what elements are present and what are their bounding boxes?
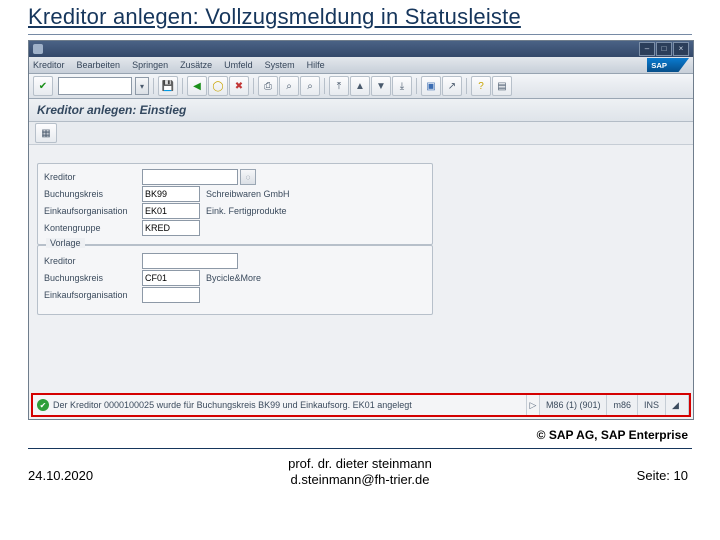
input-buchungskreis[interactable] xyxy=(142,186,200,202)
menu-bearbeiten[interactable]: Bearbeiten xyxy=(77,60,121,70)
template-group: Vorlage KreditorBuchungskreisBycicle&Mor… xyxy=(37,245,433,315)
menubar: Kreditor Bearbeiten Springen Zusätze Umfeld S… xyxy=(29,57,693,74)
input-kreditor[interactable] xyxy=(142,253,238,269)
input-buchungskreis[interactable] xyxy=(142,270,200,286)
toolbar-separator xyxy=(182,78,183,94)
search-help-icon[interactable]: ◌ xyxy=(240,169,256,185)
copyright: © SAP AG, SAP Enterprise xyxy=(537,428,688,442)
field-label: Einkaufsorganisation xyxy=(38,206,142,216)
exit-icon[interactable]: ◯ xyxy=(208,76,228,96)
prev-page-icon[interactable]: ▲ xyxy=(350,76,370,96)
main-group: Kreditor ◌ Buchungskreis Schreibwaren GmbH E… xyxy=(37,163,433,245)
input-einkaufsorganisation[interactable] xyxy=(142,203,200,219)
status-insert-mode: INS xyxy=(638,395,666,415)
menu-zusätze[interactable]: Zusätze xyxy=(180,60,212,70)
close-button[interactable]: × xyxy=(673,42,689,56)
check-icon[interactable]: ✔ xyxy=(33,76,53,96)
slide-title: Kreditor anlegen: Vollzugsmeldung in Sta… xyxy=(28,4,521,30)
find-next-icon[interactable]: ⌕ xyxy=(300,76,320,96)
info-icon[interactable]: ▦ xyxy=(35,123,57,143)
screen-title: Kreditor anlegen: Einstieg xyxy=(29,99,693,122)
input-einkaufsorganisation[interactable] xyxy=(142,287,200,303)
find-icon[interactable]: ⌕ xyxy=(279,76,299,96)
standard-toolbar: ✔ ▾ 💾 ◀ ◯ ✖ ⎙ ⌕ ⌕ ⤒ ▲ ▼ ⤓ ▣ ↗ ? ▤ xyxy=(29,74,693,99)
screen-canvas: Kreditor ◌ Buchungskreis Schreibwaren GmbH E… xyxy=(29,145,693,405)
cancel-icon[interactable]: ✖ xyxy=(229,76,249,96)
menu-hilfe[interactable]: Hilfe xyxy=(307,60,325,70)
toolbar-separator xyxy=(324,78,325,94)
form-row: Kreditor ◌ xyxy=(38,169,432,185)
svg-text:SAP: SAP xyxy=(651,61,667,70)
menu-kreditor[interactable]: Kreditor xyxy=(33,60,65,70)
field-label: Kreditor xyxy=(38,172,142,182)
form-row: Buchungskreis Schreibwaren GmbH xyxy=(38,186,432,202)
footer-author: prof. dr. dieter steinmannd.steinmann@fh… xyxy=(0,456,720,489)
menu-system[interactable]: System xyxy=(265,60,295,70)
template-group-title: Vorlage xyxy=(46,238,85,248)
menu-springen[interactable]: Springen xyxy=(132,60,168,70)
application-toolbar: ▦ xyxy=(29,122,693,145)
maximize-button[interactable]: □ xyxy=(656,42,672,56)
field-label: Kontengruppe xyxy=(38,223,142,233)
sap-logo: SAP xyxy=(647,58,689,72)
status-handle-icon[interactable]: ▷ xyxy=(527,395,540,415)
field-description: Bycicle&More xyxy=(206,273,406,283)
status-system: M86 (1) (901) xyxy=(540,395,608,415)
form-row: Kreditor xyxy=(38,253,432,269)
field-label: Einkaufsorganisation xyxy=(38,290,142,300)
command-dropdown[interactable]: ▾ xyxy=(135,77,149,95)
toolbar-separator xyxy=(153,78,154,94)
last-page-icon[interactable]: ⤓ xyxy=(392,76,412,96)
toolbar-separator xyxy=(253,78,254,94)
field-label: Buchungskreis xyxy=(38,273,142,283)
footer-page: Seite: 10 xyxy=(637,468,688,483)
print-icon[interactable]: ⎙ xyxy=(258,76,278,96)
back-icon[interactable]: ◀ xyxy=(187,76,207,96)
input-kreditor[interactable] xyxy=(142,169,238,185)
window-app-icon xyxy=(33,44,43,54)
help-icon[interactable]: ? xyxy=(471,76,491,96)
status-grip-icon: ◢ xyxy=(666,395,689,415)
form-row: Buchungskreis Bycicle&More xyxy=(38,270,432,286)
footer-rule xyxy=(28,448,692,449)
status-bar: ✔ Der Kreditor 0000100025 wurde für Buch… xyxy=(31,393,691,417)
shortcut-icon[interactable]: ↗ xyxy=(442,76,462,96)
field-label: Kreditor xyxy=(38,256,142,266)
minimize-button[interactable]: – xyxy=(639,42,655,56)
menu-umfeld[interactable]: Umfeld xyxy=(224,60,253,70)
toolbar-separator xyxy=(416,78,417,94)
next-page-icon[interactable]: ▼ xyxy=(371,76,391,96)
first-page-icon[interactable]: ⤒ xyxy=(329,76,349,96)
save-icon[interactable]: 💾 xyxy=(158,76,178,96)
command-field[interactable] xyxy=(58,77,132,95)
form-row: Einkaufsorganisation Eink. Fertigprodukte xyxy=(38,203,432,219)
input-kontengruppe[interactable] xyxy=(142,220,200,236)
layout-icon[interactable]: ▤ xyxy=(492,76,512,96)
sap-window: – □ × Kreditor Bearbeiten Springen Zusätze U… xyxy=(28,40,694,420)
new-session-icon[interactable]: ▣ xyxy=(421,76,441,96)
window-titlebar: – □ × xyxy=(29,41,693,57)
title-rule xyxy=(28,34,692,35)
field-description: Schreibwaren GmbH xyxy=(206,189,406,199)
field-label: Buchungskreis xyxy=(38,189,142,199)
form-row: Einkaufsorganisation xyxy=(38,287,432,303)
success-icon: ✔ xyxy=(37,399,49,411)
status-message: Der Kreditor 0000100025 wurde für Buchun… xyxy=(53,400,412,410)
toolbar-separator xyxy=(466,78,467,94)
field-description: Eink. Fertigprodukte xyxy=(206,206,406,216)
status-server: m86 xyxy=(607,395,638,415)
form-row: Kontengruppe xyxy=(38,220,432,236)
